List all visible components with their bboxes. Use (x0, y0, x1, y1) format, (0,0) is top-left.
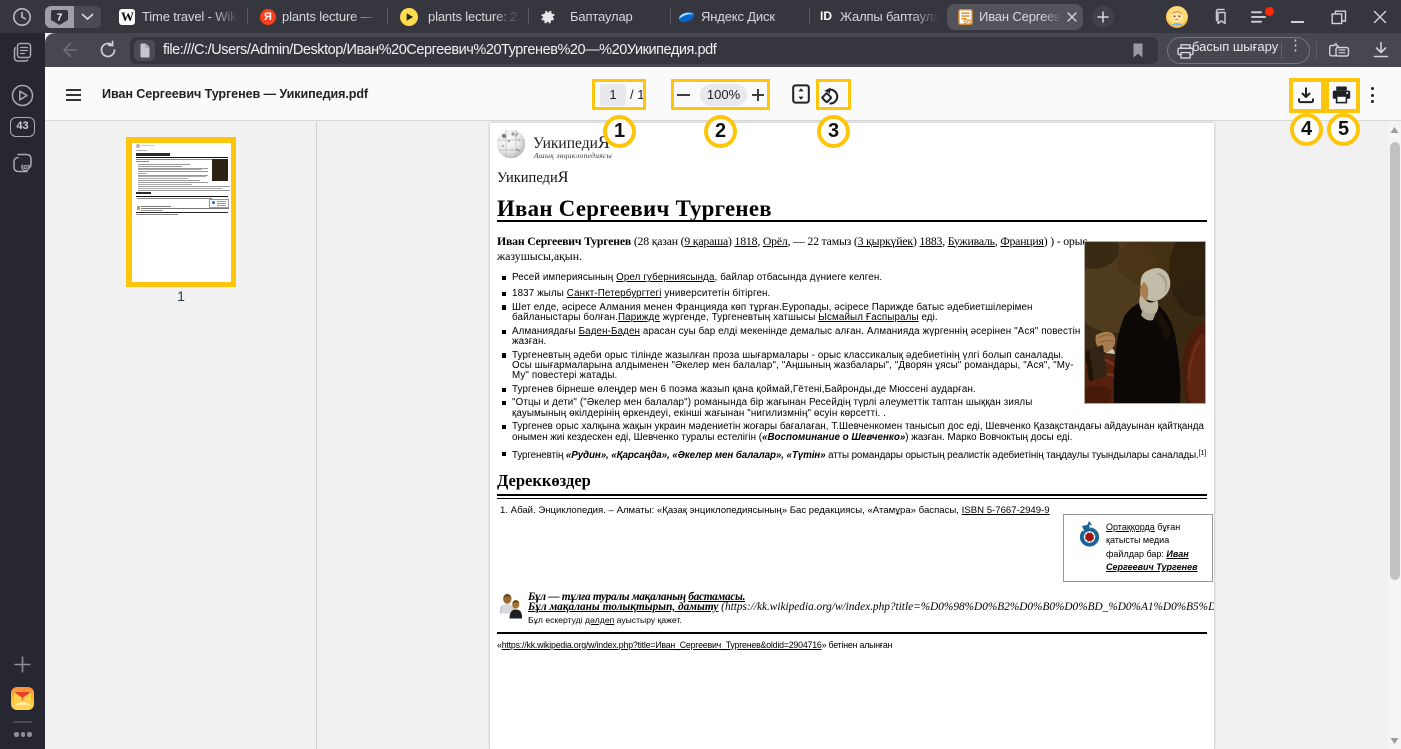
svg-text:PDF: PDF (963, 20, 972, 25)
svg-text:7: 7 (57, 13, 63, 24)
